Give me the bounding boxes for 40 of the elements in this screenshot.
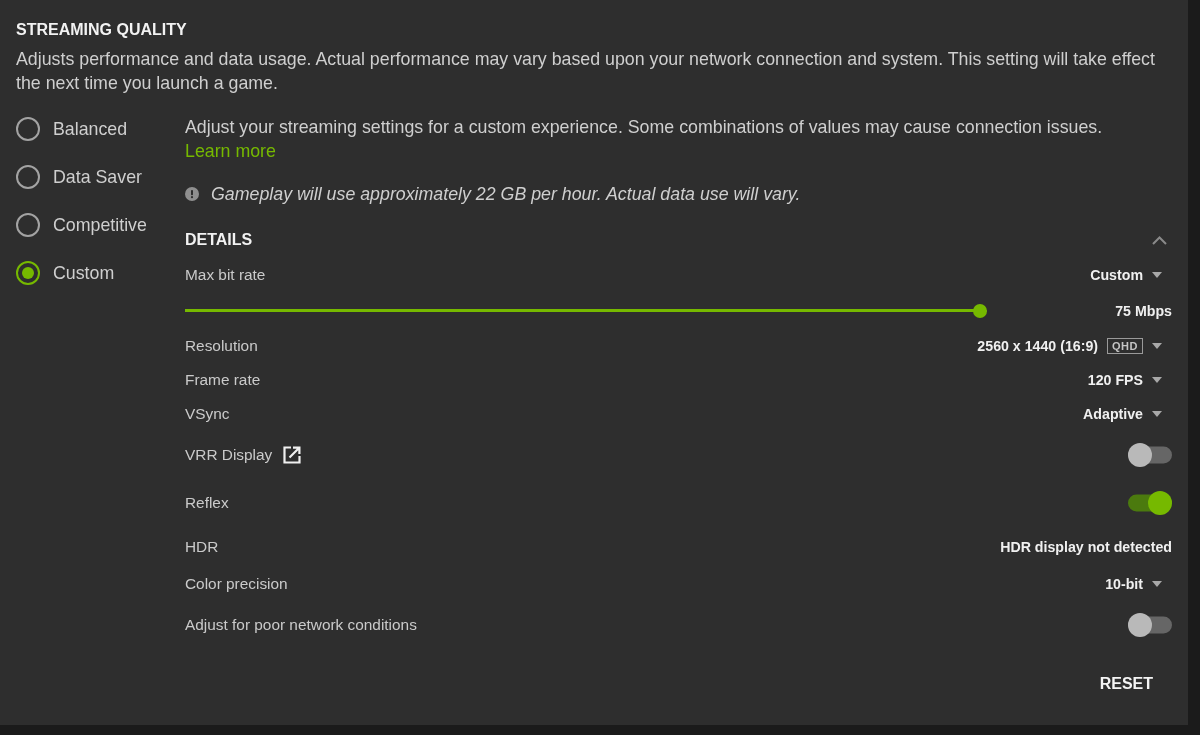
setting-label: Resolution: [185, 336, 258, 356]
toggle-switch[interactable]: [1128, 491, 1172, 515]
radio-option[interactable]: Custom: [16, 249, 115, 297]
dropdown[interactable]: Adaptive: [1083, 404, 1172, 424]
reset-button[interactable]: RESET: [1080, 666, 1172, 702]
section-title: STREAMING QUALITY: [16, 20, 187, 40]
toggle-switch[interactable]: [1128, 613, 1172, 637]
setting-label: Color precision: [185, 574, 288, 594]
setting-label: Frame rate: [185, 370, 261, 390]
setting-label: HDR: [185, 537, 219, 557]
chevron-up-icon[interactable]: [1152, 235, 1167, 245]
external-link-icon[interactable]: [283, 446, 302, 464]
custom-intro-text: Adjust your streaming settings for a custom experience. Some combinations of values may cause connection issues.: [185, 116, 1104, 139]
caret-down-icon: [1152, 411, 1162, 417]
dropdown[interactable]: 10-bit: [1105, 574, 1172, 594]
radio-option[interactable]: Competitive: [16, 201, 147, 249]
caret-down-icon: [1152, 343, 1162, 349]
setting-label: Adjust for poor network conditions: [185, 615, 417, 635]
caret-down-icon: [1152, 377, 1162, 383]
setting-label: VRR Display: [185, 445, 273, 465]
details-heading: DETAILS: [185, 230, 253, 250]
learn-more-link[interactable]: Learn more: [185, 139, 276, 163]
dropdown[interactable]: Custom: [1090, 265, 1172, 285]
data-usage-notice: Gameplay will use approximately 22 GB per hour. Actual data use will vary.: [211, 183, 801, 206]
setting-label: Reflex: [185, 493, 229, 513]
radio-option[interactable]: Data Saver: [16, 153, 142, 201]
section-description: Adjusts performance and data usage. Actual performance may vary based upon your network connection and system. This setting will take effect the next time you launch a game.: [16, 48, 1156, 95]
toggle-switch[interactable]: [1128, 443, 1172, 467]
exclamation-circle-icon: [185, 187, 199, 201]
dropdown[interactable]: 120 FPS: [1087, 370, 1172, 390]
setting-label: Max bit rate: [185, 265, 266, 285]
resolution-badge: QHD: [1107, 338, 1143, 354]
dropdown[interactable]: 2560 x 1440 (16:9) QHD: [977, 336, 1172, 356]
slider-thumb[interactable]: [973, 303, 988, 318]
radio-option[interactable]: Balanced: [16, 105, 128, 153]
caret-down-icon: [1152, 581, 1162, 587]
setting-value: HDR display not detected: [1000, 538, 1172, 557]
caret-down-icon: [1152, 272, 1162, 278]
bitrate-reading: 75 Mbps: [1115, 301, 1172, 321]
setting-label: VSync: [185, 404, 230, 424]
